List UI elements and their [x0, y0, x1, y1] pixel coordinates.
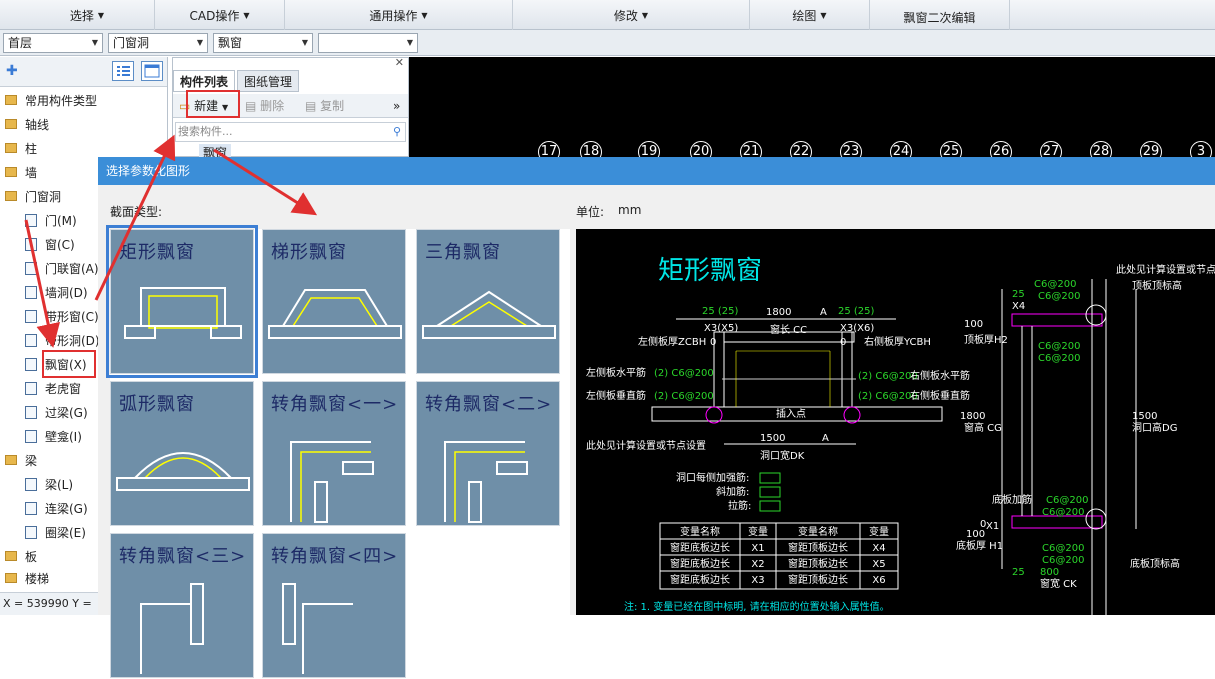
annotation-arrows	[24, 134, 318, 348]
